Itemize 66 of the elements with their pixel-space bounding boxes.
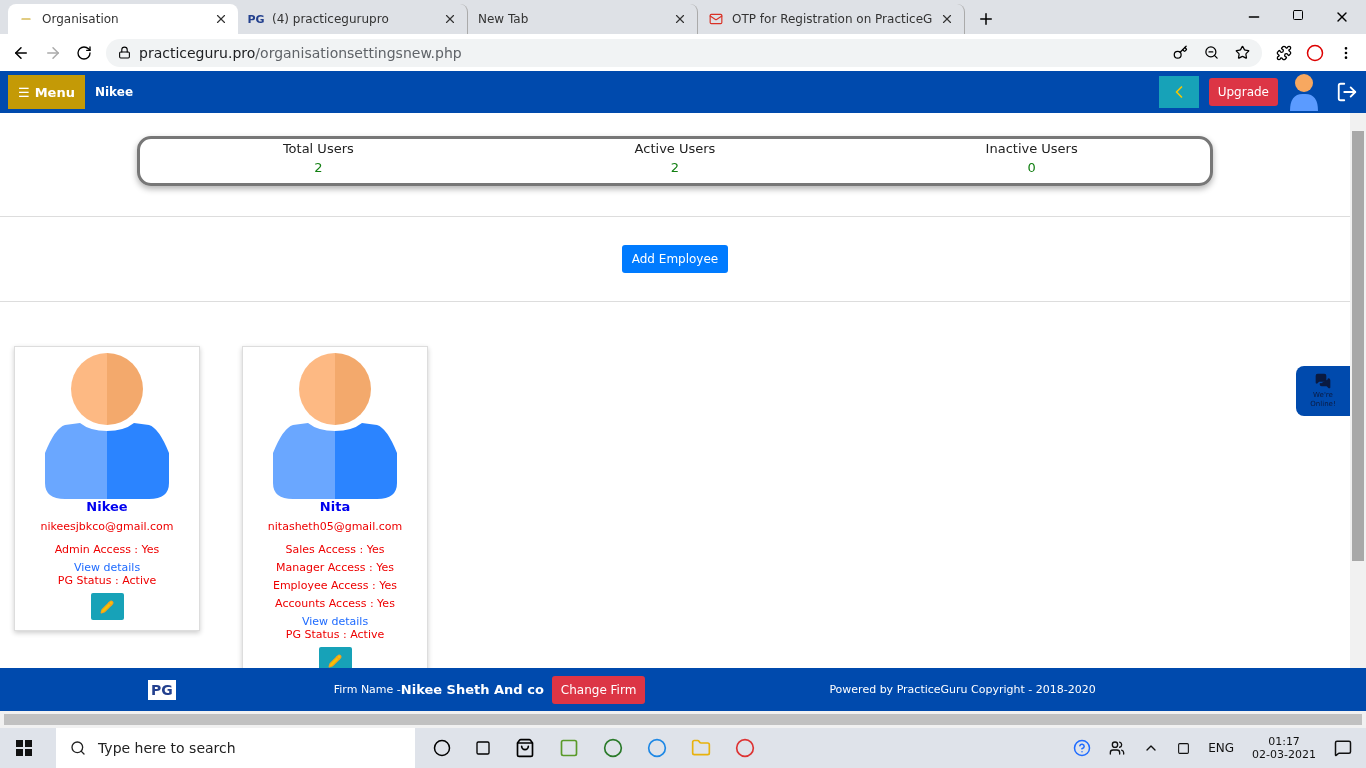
stat-value: 2	[314, 160, 323, 175]
employee-name: Nikee	[86, 499, 128, 514]
chat-icon	[1315, 372, 1331, 389]
windows-icon[interactable]	[16, 740, 32, 756]
zoom-out-icon[interactable]	[1204, 45, 1219, 60]
pencil-icon	[100, 599, 114, 614]
stat-value: 2	[670, 160, 680, 175]
view-details-link[interactable]: View details	[301, 615, 369, 628]
user-name: Nikee	[94, 85, 133, 99]
reload-icon[interactable]	[76, 44, 92, 61]
status-text: PG Status : Active	[57, 574, 157, 587]
user-icon[interactable]	[1288, 73, 1320, 111]
access-text: Sales Access : Yes	[285, 543, 385, 556]
employee-email: nikeesjbkco@gmail.com	[40, 520, 174, 533]
back-button[interactable]	[1158, 76, 1199, 108]
change-firm-button[interactable]: Change Firm	[551, 675, 646, 704]
people-icon[interactable]	[1109, 740, 1126, 756]
employee-name: Nita	[319, 499, 351, 514]
extensions-icon[interactable]	[1276, 44, 1292, 61]
star-icon[interactable]	[1235, 45, 1250, 60]
close-icon[interactable]	[214, 12, 228, 26]
search-icon	[70, 740, 86, 756]
notification-icon[interactable]	[1334, 739, 1352, 757]
browser-tab[interactable]: Organisation	[8, 4, 238, 34]
edit-button[interactable]	[90, 593, 124, 620]
access-text: Manager Access : Yes	[276, 561, 394, 574]
edit-button[interactable]	[318, 647, 352, 668]
avatar-icon	[273, 353, 397, 499]
taskbar-search-field[interactable]: Type here to search	[56, 728, 415, 768]
logout-icon[interactable]	[1336, 81, 1358, 103]
access-text: Employee Access : Yes	[272, 579, 398, 592]
help-icon[interactable]	[1073, 739, 1092, 757]
employee-email: nitasheth05@gmail.com	[267, 520, 403, 533]
status-text: PG Status : Active	[285, 628, 385, 641]
view-details-link[interactable]: View details	[73, 561, 141, 574]
stat-label: Active Users	[634, 141, 716, 156]
firm-name: Nikee Sheth And co	[400, 682, 544, 697]
app-icon[interactable]	[559, 738, 579, 758]
stat-label: Total Users	[282, 141, 354, 156]
access-text: Admin Access : Yes	[54, 543, 160, 556]
meet-icon[interactable]	[1177, 741, 1191, 755]
tab-icon: PG	[248, 12, 264, 26]
close-icon[interactable]	[673, 12, 687, 26]
scrollbar[interactable]	[0, 711, 1366, 728]
profile-icon[interactable]	[1306, 43, 1324, 62]
maximize-icon[interactable]	[1292, 9, 1304, 21]
upgrade-button[interactable]: Upgrade	[1208, 78, 1278, 106]
key-icon[interactable]	[1173, 45, 1188, 60]
stat-value: 0	[1027, 160, 1036, 175]
stat-label: Inactive Users	[985, 141, 1078, 156]
address-field[interactable]: practiceguru.pro/organisationsettingsnew.php	[106, 38, 1262, 67]
pencil-icon	[328, 653, 342, 668]
lock-icon[interactable]	[118, 46, 131, 59]
add-employee-button[interactable]: Add Employee	[621, 245, 729, 273]
firm-label: Firm Name -	[333, 683, 401, 696]
language-text[interactable]: ENG	[1208, 741, 1235, 755]
clock[interactable]: 01:17 02-03-2021	[1252, 735, 1316, 761]
copyright-text: Powered by PracticeGuru Copyright - 2018-2020	[829, 683, 1096, 696]
store-icon[interactable]	[515, 738, 535, 758]
close-icon[interactable]	[443, 12, 457, 26]
avatar-icon	[45, 353, 169, 499]
scrollbar[interactable]	[1350, 113, 1366, 668]
mail-icon	[708, 12, 724, 26]
logo: PG	[148, 679, 176, 700]
app-icon[interactable]	[603, 738, 623, 758]
access-text: Accounts Access : Yes	[275, 597, 395, 610]
